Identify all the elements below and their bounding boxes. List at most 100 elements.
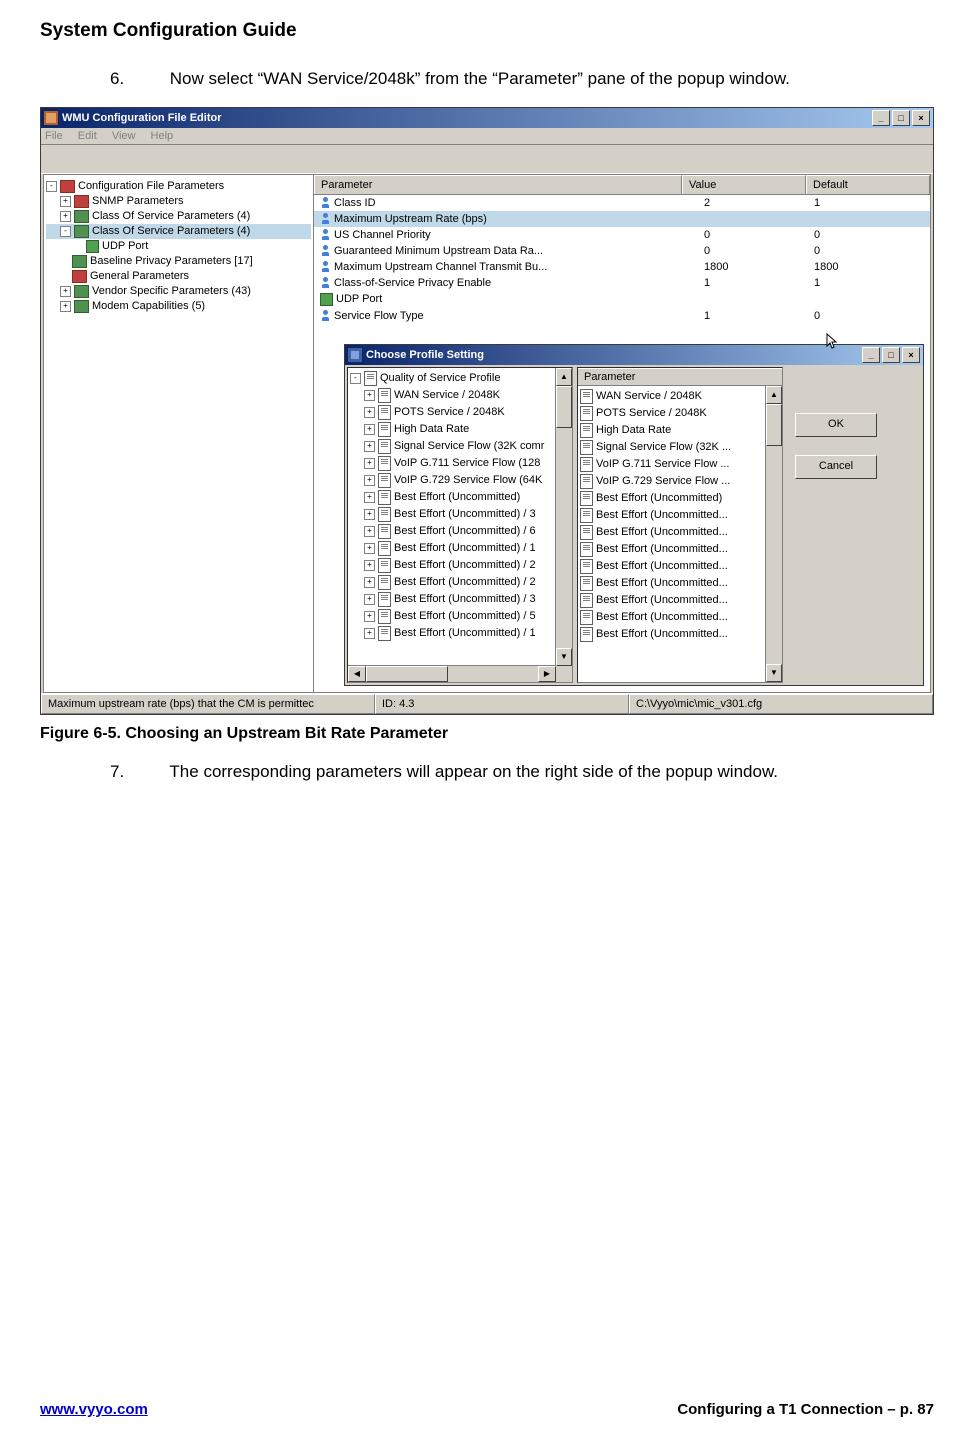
profile-tree-item[interactable]: +Best Effort (Uncommitted) / 5 xyxy=(350,608,570,625)
profile-list-item[interactable]: Best Effort (Uncommitted... xyxy=(580,592,780,609)
profile-tree-item[interactable]: +Best Effort (Uncommitted) / 2 xyxy=(350,557,570,574)
toolbar-button[interactable] xyxy=(45,148,67,170)
expand-icon[interactable]: + xyxy=(60,286,71,297)
expand-icon[interactable]: + xyxy=(60,301,71,312)
profile-tree-item[interactable]: +Signal Service Flow (32K comr xyxy=(350,438,570,455)
profile-list-item[interactable]: Best Effort (Uncommitted... xyxy=(580,626,780,643)
expand-icon[interactable]: + xyxy=(364,560,375,571)
scroll-down-icon[interactable]: ▼ xyxy=(766,664,782,682)
maximize-button[interactable]: □ xyxy=(892,110,910,126)
profile-list-item[interactable]: VoIP G.729 Service Flow ... xyxy=(580,473,780,490)
expand-icon[interactable]: + xyxy=(364,424,375,435)
inner-list-header[interactable]: Parameter xyxy=(578,368,782,386)
tree-item[interactable]: +SNMP Parameters xyxy=(46,194,311,209)
profile-list-item[interactable]: Best Effort (Uncommitted... xyxy=(580,609,780,626)
menu-edit[interactable]: Edit xyxy=(78,130,97,142)
grid-header-parameter[interactable]: Parameter xyxy=(314,175,682,194)
profile-tree-item[interactable]: +Best Effort (Uncommitted) / 1 xyxy=(350,540,570,557)
grid-row[interactable]: US Channel Priority00 xyxy=(314,227,930,243)
expand-icon[interactable]: + xyxy=(364,526,375,537)
profile-list-item[interactable]: High Data Rate xyxy=(580,422,780,439)
profile-list-item[interactable]: Best Effort (Uncommitted... xyxy=(580,507,780,524)
grid-row[interactable]: Class ID21 xyxy=(314,195,930,211)
scroll-up-icon[interactable]: ▲ xyxy=(556,368,572,386)
tree-item[interactable]: UDP Port xyxy=(46,239,311,254)
expand-icon[interactable]: - xyxy=(60,226,71,237)
profile-tree-item[interactable]: +VoIP G.711 Service Flow (128 xyxy=(350,455,570,472)
grid-row[interactable]: Guaranteed Minimum Upstream Data Ra...00 xyxy=(314,243,930,259)
tree-item[interactable]: -Class Of Service Parameters (4) xyxy=(46,224,311,239)
profile-tree-item[interactable]: +Best Effort (Uncommitted) / 3 xyxy=(350,506,570,523)
tree-item[interactable]: General Parameters xyxy=(46,269,311,284)
scrollbar-vertical[interactable]: ▲ ▼ xyxy=(555,368,572,682)
profile-tree-item[interactable]: +High Data Rate xyxy=(350,421,570,438)
profile-list-item[interactable]: Signal Service Flow (32K ... xyxy=(580,439,780,456)
grid-row[interactable]: Maximum Upstream Channel Transmit Bu...1… xyxy=(314,259,930,275)
scroll-right-icon[interactable]: ▶ xyxy=(538,666,556,682)
profile-list[interactable]: Parameter WAN Service / 2048KPOTS Servic… xyxy=(577,367,783,683)
expand-icon[interactable] xyxy=(60,257,69,266)
toolbar-button[interactable] xyxy=(145,148,167,170)
profile-tree[interactable]: -Quality of Service Profile+WAN Service … xyxy=(347,367,573,683)
expand-icon[interactable]: + xyxy=(364,611,375,622)
expand-icon[interactable]: + xyxy=(364,390,375,401)
grid-row[interactable]: Class-of-Service Privacy Enable11 xyxy=(314,275,930,291)
scroll-left-icon[interactable]: ◀ xyxy=(348,666,366,682)
profile-list-item[interactable]: POTS Service / 2048K xyxy=(580,405,780,422)
toolbar-button[interactable] xyxy=(120,148,142,170)
profile-tree-item[interactable]: +WAN Service / 2048K xyxy=(350,387,570,404)
minimize-button[interactable]: _ xyxy=(872,110,890,126)
expand-icon[interactable]: + xyxy=(364,543,375,554)
profile-tree-item[interactable]: +Best Effort (Uncommitted) / 3 xyxy=(350,591,570,608)
expand-icon[interactable]: + xyxy=(364,492,375,503)
profile-tree-item[interactable]: +Best Effort (Uncommitted) / 6 xyxy=(350,523,570,540)
profile-tree-item[interactable]: +VoIP G.729 Service Flow (64K xyxy=(350,472,570,489)
expand-icon[interactable]: + xyxy=(364,458,375,469)
toolbar-button[interactable] xyxy=(95,148,117,170)
grid-row[interactable]: Service Flow Type10 xyxy=(314,308,930,324)
expand-icon[interactable] xyxy=(60,272,69,281)
expand-icon[interactable]: + xyxy=(364,628,375,639)
expand-icon[interactable]: + xyxy=(364,407,375,418)
titlebar[interactable]: WMU Configuration File Editor _ □ × xyxy=(41,108,933,128)
scrollbar-vertical[interactable]: ▲ ▼ xyxy=(765,386,782,682)
expand-icon[interactable]: + xyxy=(60,196,71,207)
close-button[interactable]: × xyxy=(912,110,930,126)
expand-icon[interactable]: - xyxy=(350,373,361,384)
inner-minimize-button[interactable]: _ xyxy=(862,347,880,363)
inner-maximize-button[interactable]: □ xyxy=(882,347,900,363)
tree-item[interactable]: +Vendor Specific Parameters (43) xyxy=(46,284,311,299)
tree-item[interactable]: +Modem Capabilities (5) xyxy=(46,299,311,314)
expand-icon[interactable] xyxy=(74,242,83,251)
scrollbar-horizontal[interactable]: ◀ ▶ xyxy=(348,665,556,682)
menu-help[interactable]: Help xyxy=(151,130,174,142)
scroll-thumb[interactable] xyxy=(766,404,782,446)
expand-icon[interactable]: + xyxy=(364,509,375,520)
scroll-down-icon[interactable]: ▼ xyxy=(556,648,572,666)
expand-icon[interactable]: + xyxy=(364,594,375,605)
config-tree[interactable]: -Configuration File Parameters+SNMP Para… xyxy=(44,175,314,692)
tree-item[interactable]: +Class Of Service Parameters (4) xyxy=(46,209,311,224)
expand-icon[interactable]: + xyxy=(364,475,375,486)
profile-tree-item[interactable]: +POTS Service / 2048K xyxy=(350,404,570,421)
menu-view[interactable]: View xyxy=(112,130,136,142)
profile-tree-item[interactable]: +Best Effort (Uncommitted) / 2 xyxy=(350,574,570,591)
parameter-grid[interactable]: Parameter Value Default Class ID21Maximu… xyxy=(314,175,930,692)
cancel-button[interactable]: Cancel xyxy=(795,455,877,479)
footer-link[interactable]: www.vyyo.com xyxy=(40,1401,148,1418)
expand-icon[interactable]: + xyxy=(364,577,375,588)
profile-list-item[interactable]: WAN Service / 2048K xyxy=(580,388,780,405)
grid-header-value[interactable]: Value xyxy=(682,175,806,194)
profile-tree-item[interactable]: +Best Effort (Uncommitted) / 1 xyxy=(350,625,570,642)
tree-item[interactable]: Baseline Privacy Parameters [17] xyxy=(46,254,311,269)
scroll-up-icon[interactable]: ▲ xyxy=(766,386,782,404)
toolbar-button[interactable] xyxy=(170,148,192,170)
profile-list-item[interactable]: Best Effort (Uncommitted) xyxy=(580,490,780,507)
grid-row[interactable]: Maximum Upstream Rate (bps) xyxy=(314,211,930,227)
expand-icon[interactable]: - xyxy=(46,181,57,192)
expand-icon[interactable]: + xyxy=(60,211,71,222)
ok-button[interactable]: OK xyxy=(795,413,877,437)
grid-header-default[interactable]: Default xyxy=(806,175,930,194)
toolbar-button[interactable] xyxy=(70,148,92,170)
menu-file[interactable]: File xyxy=(45,130,63,142)
